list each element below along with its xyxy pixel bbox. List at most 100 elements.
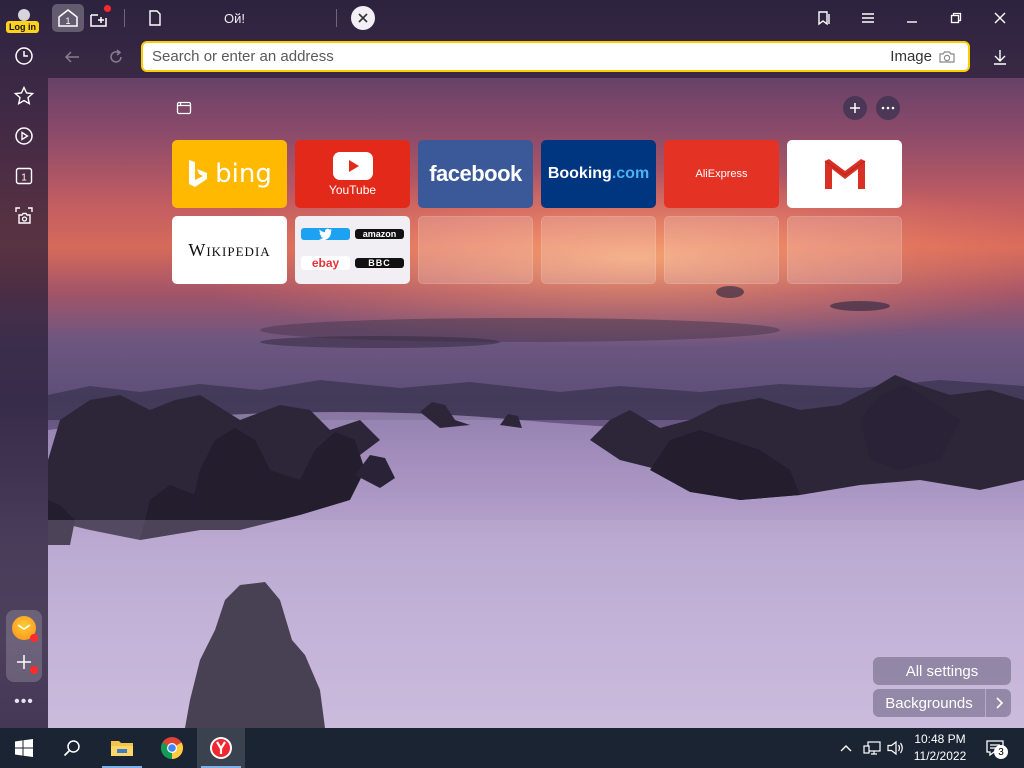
page-icon	[149, 10, 161, 26]
download-icon	[994, 50, 1006, 65]
bookmarks-icon	[818, 11, 830, 26]
tile-label-suffix: .com	[611, 165, 650, 182]
screenshot-icon	[15, 207, 33, 224]
sidebar-more-button[interactable]: •••	[10, 692, 38, 712]
action-center-button[interactable]: 3	[980, 728, 1010, 768]
add-widget-button[interactable]	[12, 650, 38, 674]
background-landscape	[0, 170, 1024, 728]
clock-date: 11/2/2022	[913, 749, 967, 763]
bing-logo-icon	[189, 160, 208, 187]
mail-notification-dot	[30, 634, 38, 642]
play-icon	[15, 127, 33, 145]
taskbar-yandex-browser[interactable]	[197, 728, 245, 768]
tile-booking[interactable]: Booking .com	[541, 140, 656, 208]
minimize-icon	[907, 21, 917, 23]
backgrounds-label: Backgrounds	[885, 694, 973, 712]
collections-button[interactable]	[810, 0, 838, 36]
downloads-button[interactable]	[986, 44, 1014, 70]
notification-count-badge: 3	[994, 745, 1008, 759]
address-bar[interactable]: Image	[141, 41, 970, 72]
taskbar-file-explorer[interactable]	[98, 728, 146, 768]
chevron-right-icon	[995, 697, 1003, 709]
plus-icon	[850, 103, 860, 113]
start-button[interactable]	[0, 728, 48, 768]
tray-overflow-button[interactable]	[834, 728, 858, 768]
search-icon	[63, 740, 80, 757]
tile-label: facebook	[429, 161, 522, 186]
login-badge[interactable]: Log in	[6, 21, 39, 33]
taskbar-clock[interactable]: 10:48 PM 11/2/2022	[910, 730, 970, 766]
speaker-icon	[887, 740, 903, 756]
restore-icon	[950, 12, 962, 24]
youtube-logo-icon	[332, 151, 373, 180]
tile-gmail[interactable]	[787, 140, 902, 208]
image-search-button[interactable]: Image	[890, 48, 956, 65]
tab-separator	[336, 9, 337, 27]
tile-youtube[interactable]: YouTube	[295, 140, 410, 208]
new-tab-button[interactable]	[86, 0, 114, 36]
tabs-count: 1	[21, 173, 27, 184]
mini-tile-amazon[interactable]: amazon	[355, 229, 404, 239]
arrow-left-icon	[64, 51, 79, 63]
yandex-browser-icon	[210, 737, 232, 759]
tile-aliexpress[interactable]: AliExpress	[664, 140, 779, 208]
tabs-count-icon: 1	[15, 167, 33, 185]
camera-icon	[939, 50, 955, 63]
tile-facebook[interactable]: facebook	[418, 140, 533, 208]
restore-button[interactable]	[942, 0, 970, 36]
tile-wikipedia[interactable]: Wikipedia	[172, 216, 287, 284]
tab-active-page[interactable]: Ой!	[140, 0, 336, 36]
tile-empty-slot[interactable]	[541, 216, 656, 284]
clock-icon	[15, 47, 33, 65]
network-icon	[863, 741, 881, 755]
add-tile-button[interactable]	[843, 96, 867, 120]
tray-network-button[interactable]	[860, 728, 884, 768]
taskbar-search-button[interactable]	[48, 728, 96, 768]
image-search-label: Image	[890, 48, 932, 65]
sidebar-video-button[interactable]	[10, 122, 38, 150]
tray-volume-button[interactable]	[884, 728, 908, 768]
windows-logo-icon	[15, 739, 33, 757]
gmail-logo-icon	[824, 159, 865, 189]
mail-widget-button[interactable]	[12, 616, 38, 642]
tableau-toggle-button[interactable]	[174, 98, 194, 118]
tile-empty-slot[interactable]	[664, 216, 779, 284]
tile-label: AliExpress	[695, 168, 748, 180]
back-button[interactable]	[58, 44, 86, 70]
reload-button[interactable]	[102, 44, 130, 70]
minimize-button[interactable]	[898, 0, 926, 36]
tile-folder[interactable]: amazon ebay BBC	[295, 216, 410, 284]
mini-tile-ebay[interactable]: ebay	[301, 256, 350, 270]
sidebar-screenshot-button[interactable]	[10, 202, 38, 230]
sidebar-history-button[interactable]	[10, 42, 38, 70]
star-icon	[14, 86, 34, 105]
tab-group-button[interactable]: 1	[52, 4, 84, 32]
ellipsis-icon	[881, 106, 895, 110]
sidebar-tabs-button[interactable]: 1	[10, 162, 38, 190]
main-menu-button[interactable]	[854, 0, 882, 36]
taskbar-chrome[interactable]	[148, 728, 196, 768]
profile-button[interactable]: Log in	[4, 0, 44, 36]
all-settings-label: All settings	[905, 662, 979, 680]
tile-empty-slot[interactable]	[418, 216, 533, 284]
sidebar-bookmarks-button[interactable]	[10, 82, 38, 110]
address-input[interactable]	[143, 48, 891, 65]
avatar-head	[18, 8, 30, 21]
close-icon	[994, 12, 1006, 24]
tab-title: Ой!	[224, 10, 245, 26]
window-close-button[interactable]	[986, 0, 1014, 36]
sidebar-widgets	[6, 610, 42, 682]
backgrounds-button[interactable]: Backgrounds	[873, 689, 1011, 717]
backgrounds-next-button[interactable]	[985, 689, 1011, 717]
all-settings-button[interactable]: All settings	[873, 657, 1011, 685]
mini-tile-twitter[interactable]	[301, 228, 350, 240]
tile-bing[interactable]: bing	[172, 140, 287, 208]
new-tab-notification-dot	[104, 5, 111, 12]
home-tab-icon: 1	[58, 9, 78, 27]
tile-empty-slot[interactable]	[787, 216, 902, 284]
title-bar: Log in 1 Ой!	[0, 0, 1024, 36]
tableau-more-button[interactable]	[876, 96, 900, 120]
mini-tile-bbc[interactable]: BBC	[355, 258, 404, 268]
window-icon	[176, 101, 192, 115]
tab-close-button[interactable]	[351, 6, 375, 30]
